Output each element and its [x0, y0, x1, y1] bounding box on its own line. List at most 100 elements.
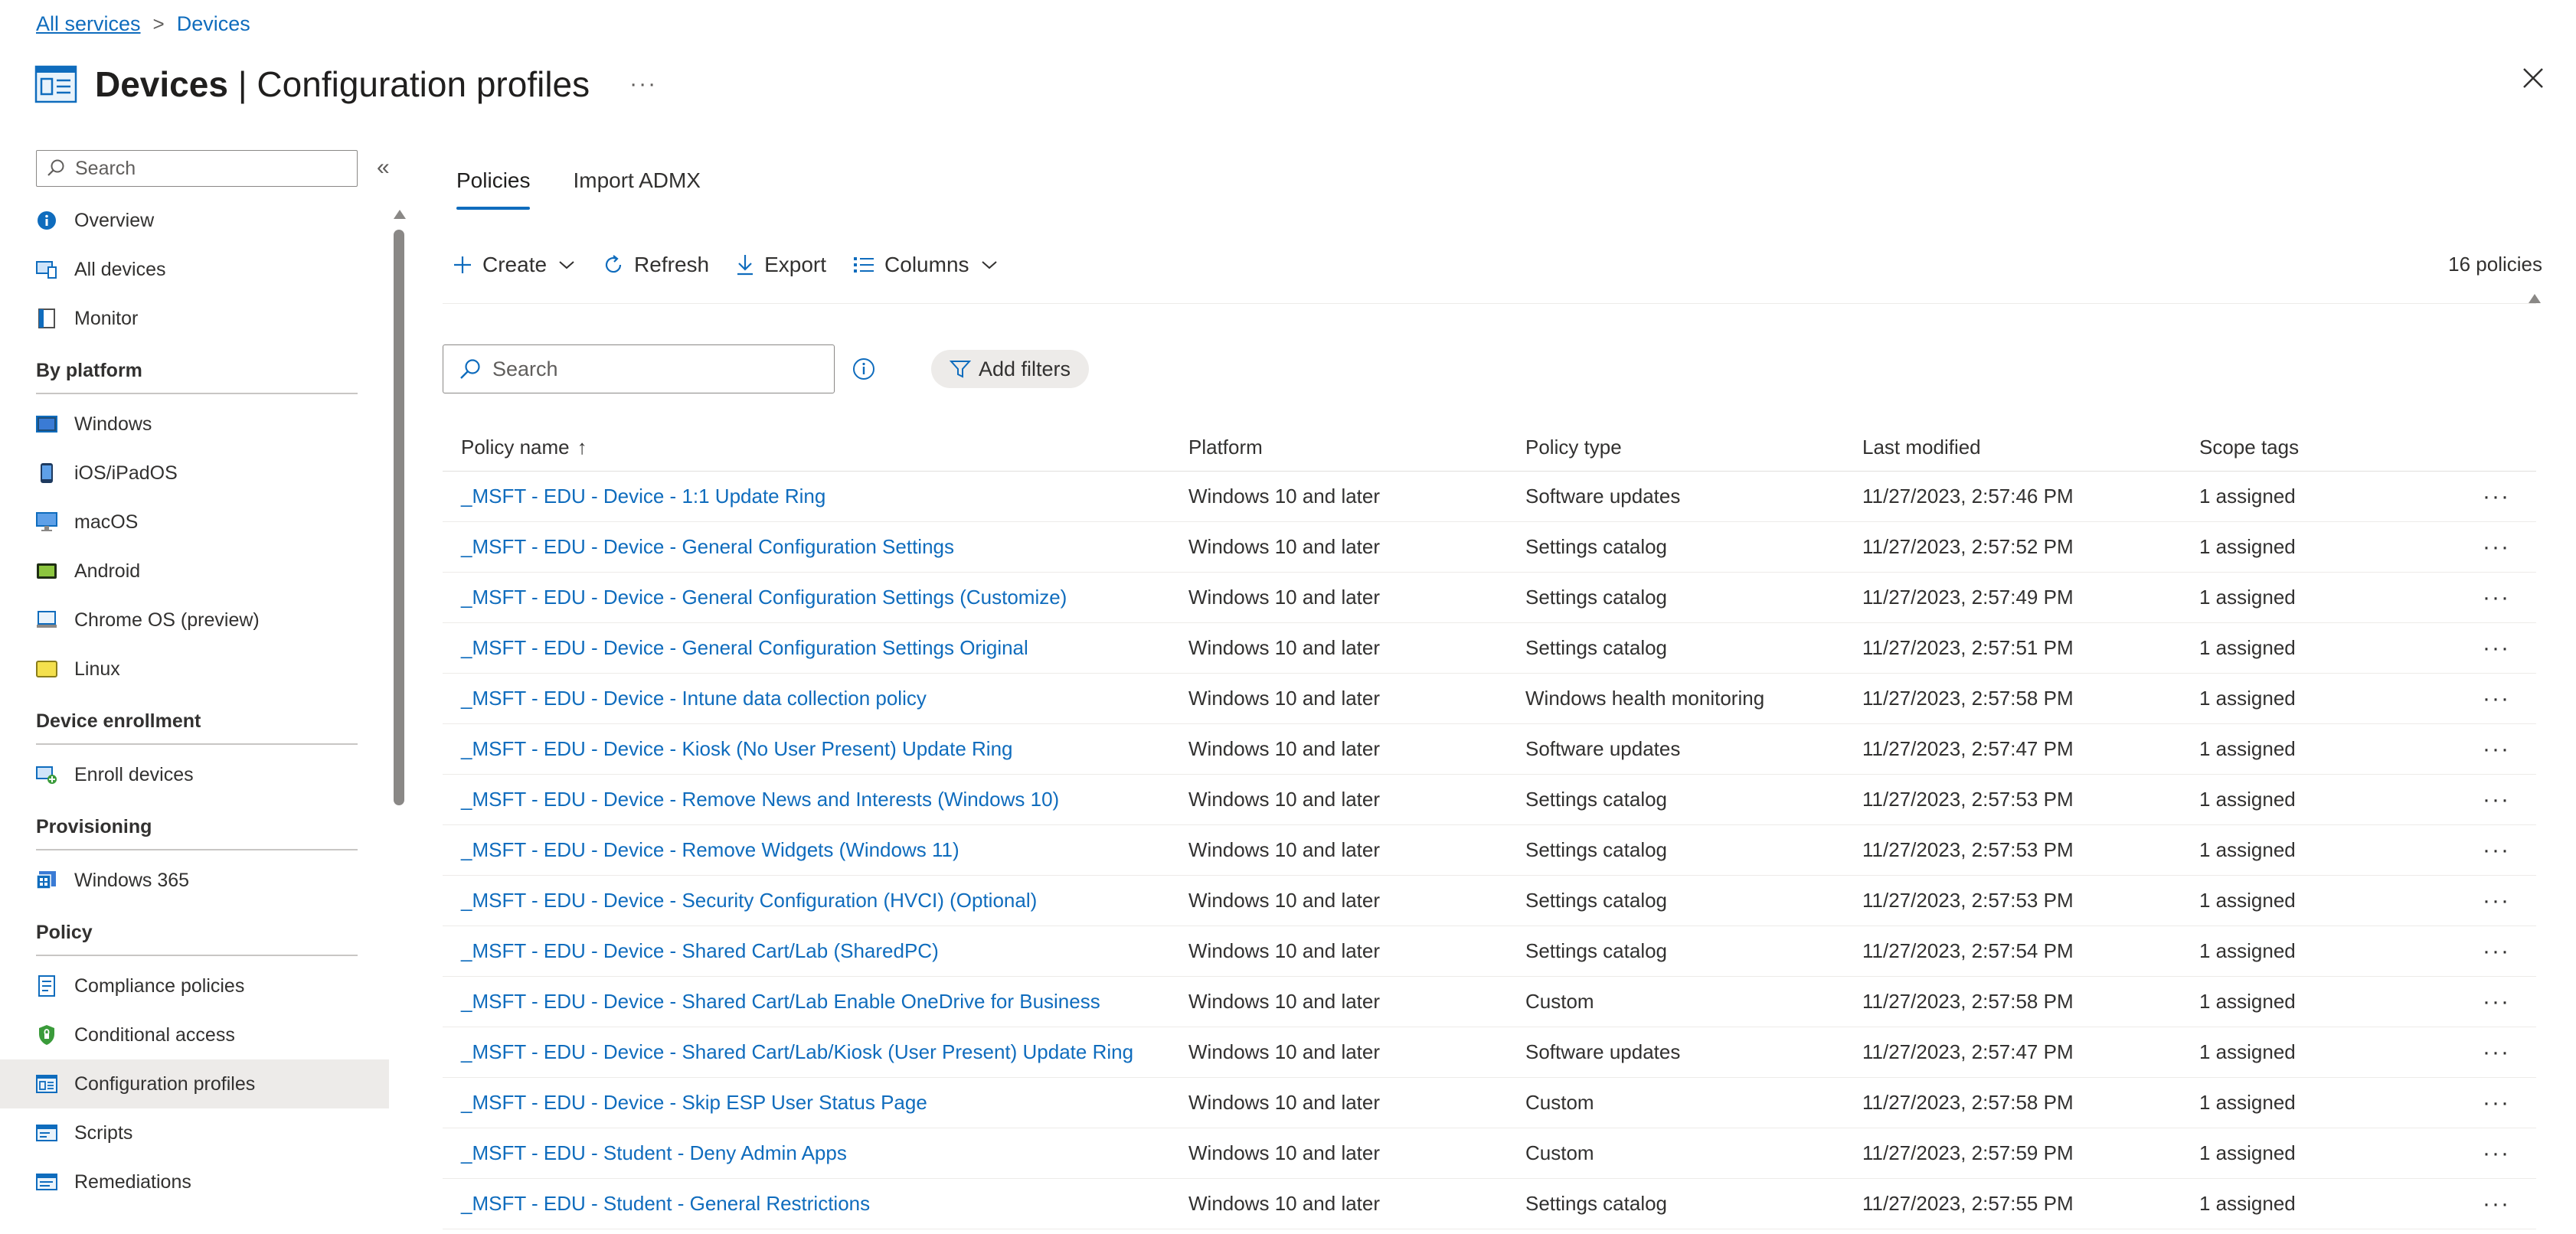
header-more-button[interactable]: ··· [629, 71, 657, 97]
create-button[interactable]: Create [452, 253, 576, 277]
nav-item-overview[interactable]: Overview [0, 196, 389, 245]
nav-item-android[interactable]: Android [0, 547, 389, 596]
page-scroll-up-arrow-icon[interactable] [2529, 294, 2541, 303]
policy-name-link[interactable]: _MSFT - EDU - Device - Intune data colle… [443, 687, 1188, 710]
nav-item-compliance-policies[interactable]: Compliance policies [0, 961, 389, 1010]
policy-name-link[interactable]: _MSFT - EDU - Student - General Restrict… [443, 1192, 1188, 1216]
row-more-actions-button[interactable]: ··· [2460, 888, 2536, 914]
nav-item-windows[interactable]: Windows [0, 400, 389, 449]
table-row[interactable]: _MSFT - EDU - Student - General Restrict… [443, 1179, 2536, 1229]
policy-type-cell: Software updates [1525, 1040, 1681, 1063]
policy-name-link[interactable]: _MSFT - EDU - Device - Shared Cart/Lab/K… [443, 1040, 1188, 1064]
enroll-icon [36, 764, 57, 785]
policy-name-link[interactable]: _MSFT - EDU - Device - 1:1 Update Ring [443, 485, 1188, 508]
column-header-policy-type[interactable]: Policy type [1525, 436, 1862, 459]
nav-item-linux[interactable]: Linux [0, 645, 389, 694]
policy-name-link[interactable]: _MSFT - EDU - Device - Remove News and I… [443, 788, 1188, 811]
platform-cell: Windows 10 and later [1188, 1192, 1381, 1215]
policy-name-link[interactable]: _MSFT - EDU - Device - Shared Cart/Lab E… [443, 990, 1188, 1014]
breadcrumb-devices[interactable]: Devices [177, 12, 250, 36]
policy-name-link[interactable]: _MSFT - EDU - Device - Shared Cart/Lab (… [443, 939, 1188, 963]
column-header-platform[interactable]: Platform [1188, 436, 1525, 459]
policy-name-link[interactable]: _MSFT - EDU - Device - General Configura… [443, 586, 1188, 609]
platform-cell: Windows 10 and later [1188, 586, 1381, 609]
column-header-policy-name[interactable]: Policy name ↑ [443, 436, 1188, 459]
policy-name-link[interactable]: _MSFT - EDU - Device - Kiosk (No User Pr… [443, 737, 1188, 761]
export-button[interactable]: Export [735, 253, 826, 277]
row-more-actions-button[interactable]: ··· [2460, 837, 2536, 863]
policy-name-link[interactable]: _MSFT - EDU - Student - Deny Admin Apps [443, 1141, 1188, 1165]
nav-item-scripts[interactable]: Scripts [0, 1108, 389, 1157]
info-icon[interactable] [852, 357, 876, 381]
scope-tags-cell: 1 assigned [2199, 990, 2296, 1013]
table-row[interactable]: _MSFT - EDU - Device - General Configura… [443, 573, 2536, 623]
table-row[interactable]: _MSFT - EDU - Device - General Configura… [443, 522, 2536, 573]
nav-search-box[interactable] [36, 150, 358, 187]
nav-item-all-devices[interactable]: All devices [0, 245, 389, 294]
table-row[interactable]: _MSFT - EDU - Device - Kiosk (No User Pr… [443, 724, 2536, 775]
nav-item-label: Chrome OS (preview) [74, 609, 260, 631]
row-more-actions-button[interactable]: ··· [2460, 1040, 2536, 1066]
plus-icon [454, 256, 471, 273]
breadcrumb-all-services[interactable]: All services [36, 12, 141, 36]
nav-item-monitor[interactable]: Monitor [0, 294, 389, 343]
tab-policies[interactable]: Policies [456, 168, 531, 210]
table-row[interactable]: _MSFT - EDU - Device - Remove News and I… [443, 775, 2536, 825]
row-more-actions-button[interactable]: ··· [2460, 686, 2536, 712]
nav-item-remediations[interactable]: Remediations [0, 1157, 389, 1206]
nav-item-label: macOS [74, 511, 139, 533]
row-more-actions-button[interactable]: ··· [2460, 989, 2536, 1015]
row-more-actions-button[interactable]: ··· [2460, 736, 2536, 762]
columns-button[interactable]: Columns [852, 253, 998, 277]
nav-item-chrome-os[interactable]: Chrome OS (preview) [0, 596, 389, 645]
main-content: Policies Import ADMX Create Refresh Expo… [443, 144, 2542, 1234]
nav-scrollbar-thumb[interactable] [394, 230, 404, 805]
download-icon [737, 255, 754, 276]
table-row[interactable]: _MSFT - EDU - Student - Deny Admin Apps W… [443, 1128, 2536, 1179]
table-row[interactable]: _MSFT - EDU - Device - Shared Cart/Lab E… [443, 977, 2536, 1027]
nav-item-windows-365[interactable]: Windows 365 [0, 856, 389, 905]
collapse-nav-button[interactable]: « [377, 155, 390, 181]
policy-name-link[interactable]: _MSFT - EDU - Device - Security Configur… [443, 889, 1188, 912]
row-more-actions-button[interactable]: ··· [2460, 635, 2536, 661]
nav-item-ios[interactable]: iOS/iPadOS [0, 449, 389, 498]
table-row[interactable]: _MSFT - EDU - Device - Skip ESP User Sta… [443, 1078, 2536, 1128]
refresh-button[interactable]: Refresh [602, 253, 709, 277]
tab-import-admx[interactable]: Import ADMX [573, 168, 700, 210]
policy-search-box[interactable] [443, 344, 835, 393]
row-more-actions-button[interactable]: ··· [2460, 787, 2536, 813]
row-more-actions-button[interactable]: ··· [2460, 1090, 2536, 1116]
nav-search-input[interactable] [75, 157, 335, 180]
row-more-actions-button[interactable]: ··· [2460, 585, 2536, 611]
row-more-actions-button[interactable]: ··· [2460, 1141, 2536, 1167]
row-more-actions-button[interactable]: ··· [2460, 939, 2536, 965]
nav-scrollbar[interactable] [394, 210, 406, 1234]
nav-item-enroll-devices[interactable]: Enroll devices [0, 750, 389, 799]
policy-search-input[interactable] [492, 357, 814, 381]
column-header-last-modified[interactable]: Last modified [1862, 436, 2199, 459]
row-more-actions-button[interactable]: ··· [2460, 484, 2536, 510]
nav-item-conditional-access[interactable]: Conditional access [0, 1010, 389, 1059]
nav-item-macos[interactable]: macOS [0, 498, 389, 547]
policy-name-link[interactable]: _MSFT - EDU - Device - Skip ESP User Sta… [443, 1091, 1188, 1115]
table-row[interactable]: _MSFT - EDU - Device - Remove Widgets (W… [443, 825, 2536, 876]
table-row[interactable]: _MSFT - EDU - Device - General Configura… [443, 623, 2536, 674]
nav-item-configuration-profiles[interactable]: Configuration profiles [0, 1059, 389, 1108]
column-header-scope-tags[interactable]: Scope tags [2199, 436, 2460, 459]
table-row[interactable]: _MSFT - EDU - Device - Security Configur… [443, 876, 2536, 926]
policy-name-link[interactable]: _MSFT - EDU - Device - Remove Widgets (W… [443, 838, 1188, 862]
table-row[interactable]: _MSFT - EDU - Device - Shared Cart/Lab (… [443, 926, 2536, 977]
policy-name-link[interactable]: _MSFT - EDU - Device - General Configura… [443, 535, 1188, 559]
close-icon[interactable] [2518, 63, 2548, 93]
table-row[interactable]: _MSFT - EDU - Device - Shared Cart/Lab/K… [443, 1027, 2536, 1078]
policy-name-link[interactable]: _MSFT - EDU - Device - General Configura… [443, 636, 1188, 660]
table-row[interactable]: _MSFT - EDU - Device - 1:1 Update Ring Wi… [443, 472, 2536, 522]
policy-type-cell: Settings catalog [1525, 838, 1668, 861]
table-row[interactable]: _MSFT - EDU - Device - Intune data colle… [443, 674, 2536, 724]
row-more-actions-button[interactable]: ··· [2460, 1191, 2536, 1217]
row-more-actions-button[interactable]: ··· [2460, 534, 2536, 560]
policy-type-cell: Software updates [1525, 737, 1681, 760]
nav-group-device-enrollment: Device enrollment [0, 694, 389, 750]
scroll-up-arrow-icon[interactable] [394, 210, 406, 219]
add-filters-button[interactable]: Add filters [931, 350, 1090, 388]
